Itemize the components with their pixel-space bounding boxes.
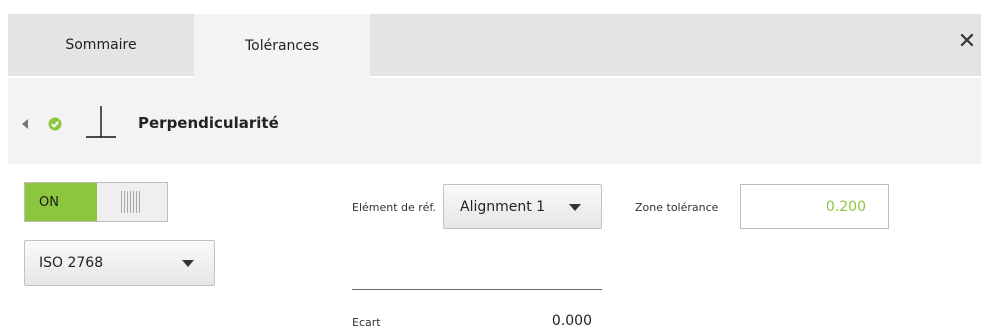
tolerance-zone-label: Zone tolérance (635, 201, 719, 214)
standard-dropdown-value: ISO 2768 (39, 255, 104, 271)
perpendicularity-icon (86, 106, 116, 138)
reference-dropdown-value: Alignment 1 (460, 198, 546, 215)
deviation-value: 0.000 (551, 313, 592, 329)
check-circle-icon (48, 117, 62, 131)
divider (352, 289, 602, 290)
tolerance-zone-input[interactable] (740, 184, 889, 229)
chevron-down-icon (182, 260, 194, 267)
tab-bar: Sommaire Tolérances (8, 14, 981, 78)
tab-sommaire-label: Sommaire (65, 37, 137, 53)
toggle-grip-icon (121, 191, 141, 213)
close-icon[interactable]: ✕ (956, 30, 978, 54)
page-title: Perpendicularité (138, 114, 279, 132)
reference-dropdown[interactable]: Alignment 1 (443, 184, 602, 229)
back-arrow-icon[interactable] (22, 119, 28, 129)
reference-label: Elément de réf. (352, 201, 436, 214)
chevron-down-icon (569, 203, 581, 211)
tab-sommaire[interactable]: Sommaire (8, 14, 194, 76)
standard-dropdown[interactable]: ISO 2768 (24, 240, 215, 286)
toggle-on-label: ON (25, 183, 97, 221)
on-off-toggle[interactable]: ON (24, 182, 168, 222)
tab-tolerances-label: Tolérances (244, 38, 320, 54)
deviation-label: Ecart (352, 316, 381, 329)
tab-tolerances[interactable]: Tolérances (194, 14, 370, 78)
